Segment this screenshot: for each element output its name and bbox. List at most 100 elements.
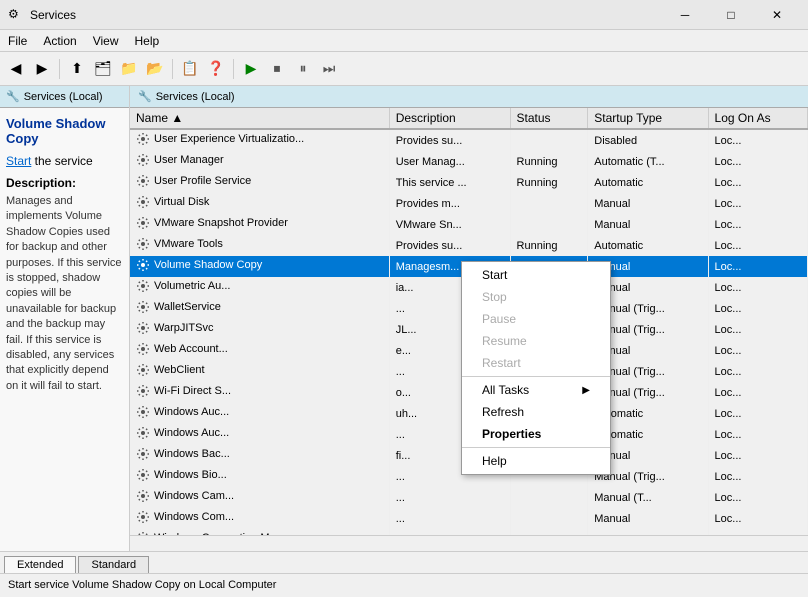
toolbar-restart[interactable]: ⏭ — [317, 57, 341, 81]
table-row[interactable]: User Experience Virtualizatio... Provide… — [130, 129, 808, 151]
table-header-row: Name ▲ Description Status Startup Type L… — [130, 108, 808, 129]
service-gear-icon — [136, 363, 150, 377]
menu-view[interactable]: View — [85, 32, 127, 50]
cell-name: Windows Auc... — [130, 403, 389, 424]
ctx-item-all-tasks[interactable]: All Tasks▶ — [462, 379, 610, 401]
service-gear-icon — [136, 132, 150, 146]
table-row[interactable]: Virtual Disk Provides m... Manual Loc... — [130, 193, 808, 214]
ctx-item-restart: Restart — [462, 352, 610, 374]
close-button[interactable]: ✕ — [754, 0, 800, 30]
cell-name: Windows Bac... — [130, 445, 389, 466]
toolbar-disconnect[interactable]: 📂 — [143, 57, 167, 81]
cell-logon: Loc... — [708, 151, 807, 172]
title-bar: ⚙ Services ─ □ ✕ — [0, 0, 808, 30]
start-suffix: the service — [31, 154, 92, 168]
toolbar-stop[interactable]: ⏹ — [265, 57, 289, 81]
table-row[interactable]: User Profile Service This service ... Ru… — [130, 172, 808, 193]
col-logon[interactable]: Log On As — [708, 108, 807, 129]
service-gear-icon — [136, 342, 150, 356]
col-startup[interactable]: Startup Type — [588, 108, 708, 129]
ctx-item-resume: Resume — [462, 330, 610, 352]
horizontal-scrollbar[interactable] — [130, 535, 808, 551]
toolbar-properties[interactable]: 📋 — [178, 57, 202, 81]
col-name[interactable]: Name ▲ — [130, 108, 389, 129]
cell-logon: Loc... — [708, 172, 807, 193]
left-panel: 🔧 Services (Local) Volume Shadow Copy St… — [0, 86, 130, 551]
tab-standard[interactable]: Standard — [78, 556, 149, 573]
cell-status — [510, 487, 588, 508]
toolbar-sep2 — [172, 59, 173, 79]
toolbar-up[interactable]: ⬆ — [65, 57, 89, 81]
status-bar: Start service Volume Shadow Copy on Loca… — [0, 573, 808, 595]
service-gear-icon — [136, 153, 150, 167]
ctx-item-start[interactable]: Start — [462, 264, 610, 286]
description-text: Manages and implements Volume Shadow Cop… — [6, 194, 123, 394]
cell-desc: ... — [389, 508, 510, 529]
start-link[interactable]: Start — [6, 154, 31, 168]
title-bar-controls: ─ □ ✕ — [662, 0, 800, 30]
maximize-button[interactable]: □ — [708, 0, 754, 30]
cell-startup: Automatic (T... — [588, 151, 708, 172]
service-gear-icon — [136, 258, 150, 272]
service-gear-icon — [136, 489, 150, 503]
context-menu: StartStopPauseResumeRestartAll Tasks▶Ref… — [461, 261, 611, 475]
service-gear-icon — [136, 279, 150, 293]
toolbar-help2[interactable]: ❓ — [204, 57, 228, 81]
ctx-separator — [462, 376, 610, 377]
cell-name: Web Account... — [130, 340, 389, 361]
service-gear-icon — [136, 384, 150, 398]
cell-status — [510, 129, 588, 151]
cell-logon: Loc... — [708, 424, 807, 445]
left-panel-header: 🔧 Services (Local) — [0, 86, 129, 108]
left-panel-content: Volume Shadow Copy Start the service Des… — [0, 108, 129, 402]
right-panel-icon: 🔧 — [138, 90, 152, 103]
cell-logon: Loc... — [708, 508, 807, 529]
cell-name: Wi-Fi Direct S... — [130, 382, 389, 403]
cell-status: Running — [510, 235, 588, 256]
cell-status: Running — [510, 172, 588, 193]
table-row[interactable]: User Manager User Manag... Running Autom… — [130, 151, 808, 172]
service-gear-icon — [136, 321, 150, 335]
ctx-item-refresh[interactable]: Refresh — [462, 401, 610, 423]
cell-startup: Manual — [588, 193, 708, 214]
toolbar-map-drive[interactable]: 📁 — [117, 57, 141, 81]
cell-desc: ... — [389, 487, 510, 508]
cell-startup: Disabled — [588, 129, 708, 151]
menu-file[interactable]: File — [0, 32, 35, 50]
menu-action[interactable]: Action — [35, 32, 84, 50]
toolbar-forward[interactable]: ▶ — [30, 57, 54, 81]
app-icon: ⚙ — [8, 7, 24, 23]
cell-name: Windows Bio... — [130, 466, 389, 487]
cell-desc: This service ... — [389, 172, 510, 193]
service-gear-icon — [136, 195, 150, 209]
table-row[interactable]: VMware Tools Provides su... Running Auto… — [130, 235, 808, 256]
service-gear-icon — [136, 237, 150, 251]
table-row[interactable]: Windows Cam... ... Manual (T... Loc... — [130, 487, 808, 508]
bottom-tabs: Extended Standard — [0, 551, 808, 573]
table-row[interactable]: VMware Snapshot Provider VMware Sn... Ma… — [130, 214, 808, 235]
cell-name: Windows Com... — [130, 508, 389, 529]
menu-help[interactable]: Help — [127, 32, 168, 50]
cell-desc: User Manag... — [389, 151, 510, 172]
toolbar-show-hide[interactable]: 🗂 — [91, 57, 115, 81]
col-status[interactable]: Status — [510, 108, 588, 129]
cell-name: WalletService — [130, 298, 389, 319]
col-desc[interactable]: Description — [389, 108, 510, 129]
menu-bar: File Action View Help — [0, 30, 808, 52]
service-gear-icon — [136, 468, 150, 482]
minimize-button[interactable]: ─ — [662, 0, 708, 30]
cell-logon: Loc... — [708, 382, 807, 403]
tab-extended[interactable]: Extended — [4, 556, 76, 573]
table-row[interactable]: Windows Com... ... Manual Loc... — [130, 508, 808, 529]
cell-name: User Experience Virtualizatio... — [130, 129, 389, 151]
toolbar-back[interactable]: ◀ — [4, 57, 28, 81]
toolbar-pause[interactable]: ⏸ — [291, 57, 315, 81]
service-gear-icon — [136, 405, 150, 419]
ctx-item-properties[interactable]: Properties — [462, 423, 610, 445]
ctx-item-help[interactable]: Help — [462, 450, 610, 472]
right-panel-header: 🔧 Services (Local) — [130, 86, 808, 108]
cell-name: Volumetric Au... — [130, 277, 389, 298]
cell-name: VMware Tools — [130, 235, 389, 256]
toolbar-start[interactable]: ▶ — [239, 57, 263, 81]
cell-name: Volume Shadow Copy — [130, 256, 389, 277]
